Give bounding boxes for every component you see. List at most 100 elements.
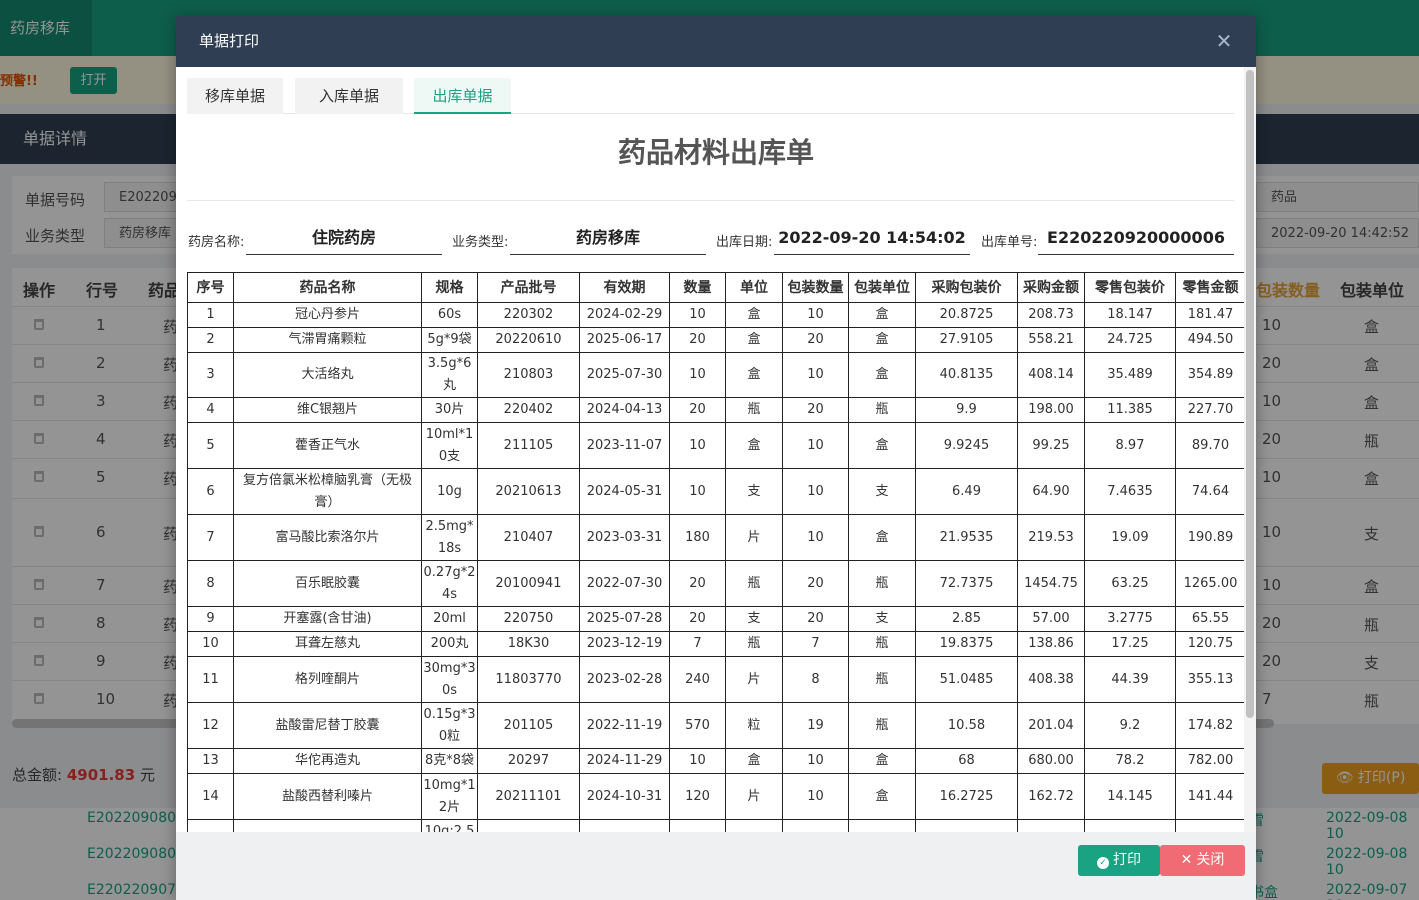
col-retail-amount-cell: 141.44 [1175, 773, 1246, 820]
col-unit-cell: 盒 [725, 327, 783, 353]
col-seq-cell: 5 [187, 422, 234, 469]
document-title: 药品材料出库单 [617, 136, 814, 169]
col-drug-name-cell: 藿香正气水 [233, 422, 422, 469]
col-seq-cell: 6 [187, 468, 234, 515]
col-seq-cell: 2 [187, 327, 234, 353]
col-retail-amount-cell: 190.89 [1175, 514, 1246, 561]
col-retail-pack-price-cell: 35.489 [1084, 352, 1176, 398]
col-drug-name-cell: 百乐眠胶囊 [233, 560, 422, 607]
col-unit-cell: 瓶 [725, 631, 783, 657]
col-purchase-amount-cell: 558.21 [1017, 327, 1085, 353]
col-batch-cell: 210803 [477, 352, 580, 398]
table-row: 6 复方倍氯米松樟脑乳膏（无极膏） 10g 20210613 2024-05-31 10 支… [187, 468, 1246, 515]
biz-type-label: 业务类型: [452, 235, 509, 250]
col-retail-amount-cell: 74.64 [1175, 468, 1246, 515]
col-batch-cell: 211105 [477, 422, 580, 469]
col-unit-cell: 盒 [725, 302, 783, 328]
table-row: 2 气滞胃痛颗粒 5g*9袋 20220610 2025-06-17 20 盒 20 盒 27.9… [187, 327, 1246, 353]
col-unit-cell: 支 [725, 468, 783, 515]
col-pack-qty-cell: 7 [782, 631, 849, 657]
table-row: 15醋酸氟轻松乳膏10g:2.5mg1904022022-03-3110支10支… [187, 819, 1246, 832]
col-pack-qty-cell: 10 [782, 748, 849, 774]
pharmacy-label: 药房名称: [188, 235, 245, 250]
col-seq-cell: 15 [187, 819, 234, 832]
col-pack-qty-cell: 20 [782, 327, 849, 353]
col-retail-amount-cell: 89.70 [1175, 422, 1246, 469]
col-drug-name-cell: 冠心丹参片 [233, 302, 422, 328]
col-qty-cell: 20 [669, 560, 726, 607]
col-retail-pack-price-cell: 44.39 [1084, 656, 1176, 703]
col-spec-cell: 5g*9袋 [421, 327, 478, 353]
col-spec-cell: 2.5mg*18s [421, 514, 478, 561]
col-spec-cell: 0.27g*24s [421, 560, 478, 607]
col-drug-name-cell: 盐酸西替利嗪片 [233, 773, 422, 820]
dialog-header: 单据打印 ✕ [176, 16, 1256, 67]
col-unit-header: 单位 [725, 272, 783, 303]
col-expiry-cell: 2023-11-07 [579, 422, 670, 469]
dialog-title: 单据打印 [199, 32, 260, 50]
doc-tabs: 移库单据 入库单据 出库单据 [187, 78, 1234, 114]
col-retail-amount-cell: 181.47 [1175, 302, 1246, 328]
table-row: 5 藿香正气水 10ml*10支 211105 2023-11-07 10 盒 10 盒 9.92… [187, 422, 1246, 469]
col-purchase-pack-price-header: 采购包装价 [915, 272, 1018, 303]
col-batch-cell: 20297 [477, 748, 580, 774]
col-retail-pack-price-cell: 63.25 [1084, 560, 1176, 607]
col-seq-cell: 7 [187, 514, 234, 561]
close-button[interactable]: ✕ 关闭 [1160, 845, 1245, 876]
table-row: 3 大活络丸 3.5g*6丸 210803 2025-07-30 10 盒 10 盒 40.813… [187, 352, 1246, 398]
col-pack-qty-cell: 10 [782, 422, 849, 469]
col-retail-pack-price-cell: 17.25 [1084, 631, 1176, 657]
col-pack-unit-cell: 瓶 [848, 560, 916, 607]
table-header-row: 序号 药品名称 规格 产品批号 有效期 数量 单位 包装数量 包装单位 采购包装价 采购金额 零售包装… [187, 272, 1246, 303]
table-row: 8 百乐眠胶囊 0.27g*24s 20100941 2022-07-30 20 瓶 20 瓶 7… [187, 560, 1246, 607]
col-pack-unit-cell: 盒 [848, 422, 916, 469]
col-pack-qty-cell: 10 [782, 468, 849, 515]
col-expiry-cell: 2025-06-17 [579, 327, 670, 353]
tab-inbound-doc[interactable]: 入库单据 [295, 78, 403, 114]
col-unit-cell: 瓶 [725, 560, 783, 607]
col-retail-pack-price-cell: 24.725 [1084, 327, 1176, 353]
col-pack-unit-cell: 盒 [848, 302, 916, 328]
tab-transfer-doc[interactable]: 移库单据 [187, 78, 283, 114]
col-batch-cell: 11803770 [477, 656, 580, 703]
col-retail-pack-price-header: 零售包装价 [1084, 272, 1176, 303]
col-batch-cell: 20100941 [477, 560, 580, 607]
col-pack-unit-cell: 瓶 [848, 397, 916, 423]
tab-outbound-doc[interactable]: 出库单据 [414, 78, 511, 114]
col-spec-cell: 30片 [421, 397, 478, 423]
close-button-label: 关闭 [1196, 852, 1225, 868]
col-batch-cell: 20220610 [477, 327, 580, 353]
col-seq-cell: 3 [187, 352, 234, 398]
col-qty-cell: 10 [669, 819, 726, 832]
table-row: 14 盐酸西替利嗪片 10mg*12片 20211101 2024-10-31 120 片 1… [187, 773, 1246, 820]
col-spec-cell: 0.15g*30粒 [421, 702, 478, 749]
col-seq-cell: 10 [187, 631, 234, 657]
col-expiry-cell: 2024-02-29 [579, 302, 670, 328]
col-drug-name-cell: 复方倍氯米松樟脑乳膏（无极膏） [233, 468, 422, 515]
col-qty-cell: 240 [669, 656, 726, 703]
col-spec-cell: 10ml*10支 [421, 422, 478, 469]
col-pack-unit-cell: 支 [848, 606, 916, 632]
table-row: 11 格列喹酮片 30mg*30s 11803770 2023-02-28 240 片 8 瓶 5… [187, 656, 1246, 703]
col-pack-qty-cell: 10 [782, 819, 849, 832]
col-pack-qty-header: 包装数量 [782, 272, 849, 303]
col-expiry-cell: 2024-04-13 [579, 397, 670, 423]
col-purchase-pack-price-cell: 51.0485 [915, 656, 1018, 703]
col-pack-qty-cell: 20 [782, 606, 849, 632]
col-retail-amount-cell: 1265.00 [1175, 560, 1246, 607]
col-retail-amount-cell: 782.00 [1175, 748, 1246, 774]
col-expiry-cell: 2023-02-28 [579, 656, 670, 703]
table-row: 12 盐酸雷尼替丁胶囊 0.15g*30粒 201105 2022-11-19 570 粒 1… [187, 702, 1246, 749]
col-purchase-pack-price-cell: 19.8375 [915, 631, 1018, 657]
col-batch-cell: 220750 [477, 606, 580, 632]
dialog-body: 移库单据 入库单据 出库单据 药品材料出库单 药房名称: 住院药房 业务类型: … [176, 67, 1256, 832]
close-icon[interactable]: ✕ [1212, 29, 1236, 53]
col-retail-pack-price-cell: 8.97 [1084, 422, 1176, 469]
col-qty-cell: 180 [669, 514, 726, 561]
col-drug-name-cell: 格列喹酮片 [233, 656, 422, 703]
col-spec-header: 规格 [421, 272, 478, 303]
vertical-scrollbar-thumb[interactable] [1246, 70, 1254, 718]
print-button[interactable]: ✓ 打印 [1078, 845, 1160, 876]
col-purchase-amount-cell: 57.00 [1017, 606, 1085, 632]
biz-type-value: 药房移库 [510, 221, 706, 255]
